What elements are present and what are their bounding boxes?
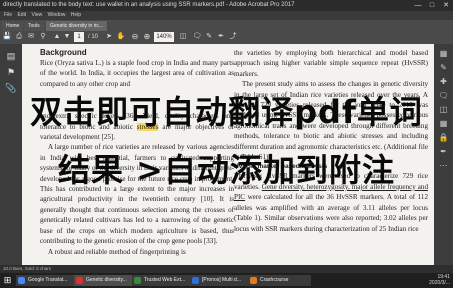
protect-icon[interactable]: 🔒 [438, 132, 449, 143]
export-pdf-icon[interactable]: ▦ [438, 48, 449, 59]
paragraph: Rice (Oryza sativa L.) is a staple food … [40, 59, 234, 88]
search-icon[interactable]: ⚲ [38, 32, 48, 42]
extension-icon [134, 277, 141, 284]
app-icon [192, 277, 199, 284]
menu-item-edit[interactable]: Edit [17, 12, 26, 18]
browser-icon [18, 277, 25, 284]
taskbar-item-crashcourse[interactable]: Crashcourse [248, 275, 311, 286]
create-pdf-icon[interactable]: ✚ [438, 76, 449, 87]
paragraph: the varieties by employing both hierarch… [234, 49, 428, 78]
page-thumbnails-icon[interactable]: ▤ [5, 50, 17, 62]
hand-icon[interactable]: ✋ [116, 32, 126, 42]
sign-icon[interactable]: ✒ [216, 32, 226, 42]
print-icon[interactable]: ⎙ [14, 32, 24, 42]
tab-tools[interactable]: Tools [24, 21, 44, 31]
menu-item-help[interactable]: Help [71, 12, 81, 18]
page-up-icon[interactable]: ▲ [52, 32, 62, 42]
app-icon [250, 277, 257, 284]
zoom-in-icon[interactable]: ⊕ [142, 32, 152, 42]
menu-item-window[interactable]: Window [48, 12, 66, 18]
page-down-icon[interactable]: ▼ [62, 32, 72, 42]
zoom-out-icon[interactable]: ⊖ [130, 32, 140, 42]
share-icon[interactable]: ⤴ [228, 32, 238, 42]
section-heading-background: Background [40, 48, 87, 57]
tab-document[interactable]: Genetic diversity in ric... [46, 21, 108, 31]
bookmarks-icon[interactable]: ⚑ [5, 66, 17, 78]
window-title: directly translated to the body text: us… [3, 2, 295, 8]
menu-item-view[interactable]: View [31, 12, 42, 18]
start-icon[interactable]: ⊞ [2, 275, 13, 286]
toolbar: Home Tools Genetic diversity in ric... 💾… [0, 20, 453, 44]
status-text: 10.0 Bars, Sold: 6 chars [3, 266, 52, 271]
cursor-icon[interactable]: ➤ [104, 32, 114, 42]
highlight-icon[interactable]: ✎ [204, 32, 214, 42]
maximize-button[interactable]: □ [425, 0, 439, 11]
menu-item-file[interactable]: File [4, 12, 12, 18]
system-clock[interactable]: 19:41 2020/3/... [418, 274, 450, 286]
fit-icon[interactable]: ◫ [178, 32, 188, 42]
minimize-button[interactable]: — [411, 0, 425, 11]
comment-icon[interactable]: 🗨 [192, 32, 202, 42]
overlay-caption-line1: 双击即可自动翻译pdf单词 [30, 93, 423, 131]
page-number-input[interactable]: 1 [74, 32, 84, 42]
paragraph: A robust and reliable method of fingerpr… [48, 247, 186, 256]
close-button[interactable]: ✕ [439, 0, 453, 11]
clock-date: 2020/3/... [429, 279, 450, 286]
tab-home[interactable]: Home [2, 21, 24, 31]
text-column-right: the varieties by employing both hierarch… [234, 48, 428, 234]
zoom-select[interactable]: 140% [154, 32, 174, 42]
email-icon[interactable]: ✉ [26, 32, 36, 42]
save-icon[interactable]: 💾 [2, 32, 12, 42]
status-bar: 10.0 Bars, Sold: 6 chars [0, 265, 453, 273]
edit-pdf-icon[interactable]: ✎ [438, 62, 449, 73]
overlay-caption-line2: 结果 >自动添加到附注 [58, 151, 395, 189]
menu-bar: File Edit View Window Help [0, 11, 453, 20]
page-total: / 10 [87, 34, 98, 40]
acrobat-icon [76, 277, 83, 284]
window-titlebar: directly translated to the body text: us… [0, 0, 453, 11]
os-taskbar: ⊞ Google Translat... Genetic diversity..… [0, 273, 453, 288]
